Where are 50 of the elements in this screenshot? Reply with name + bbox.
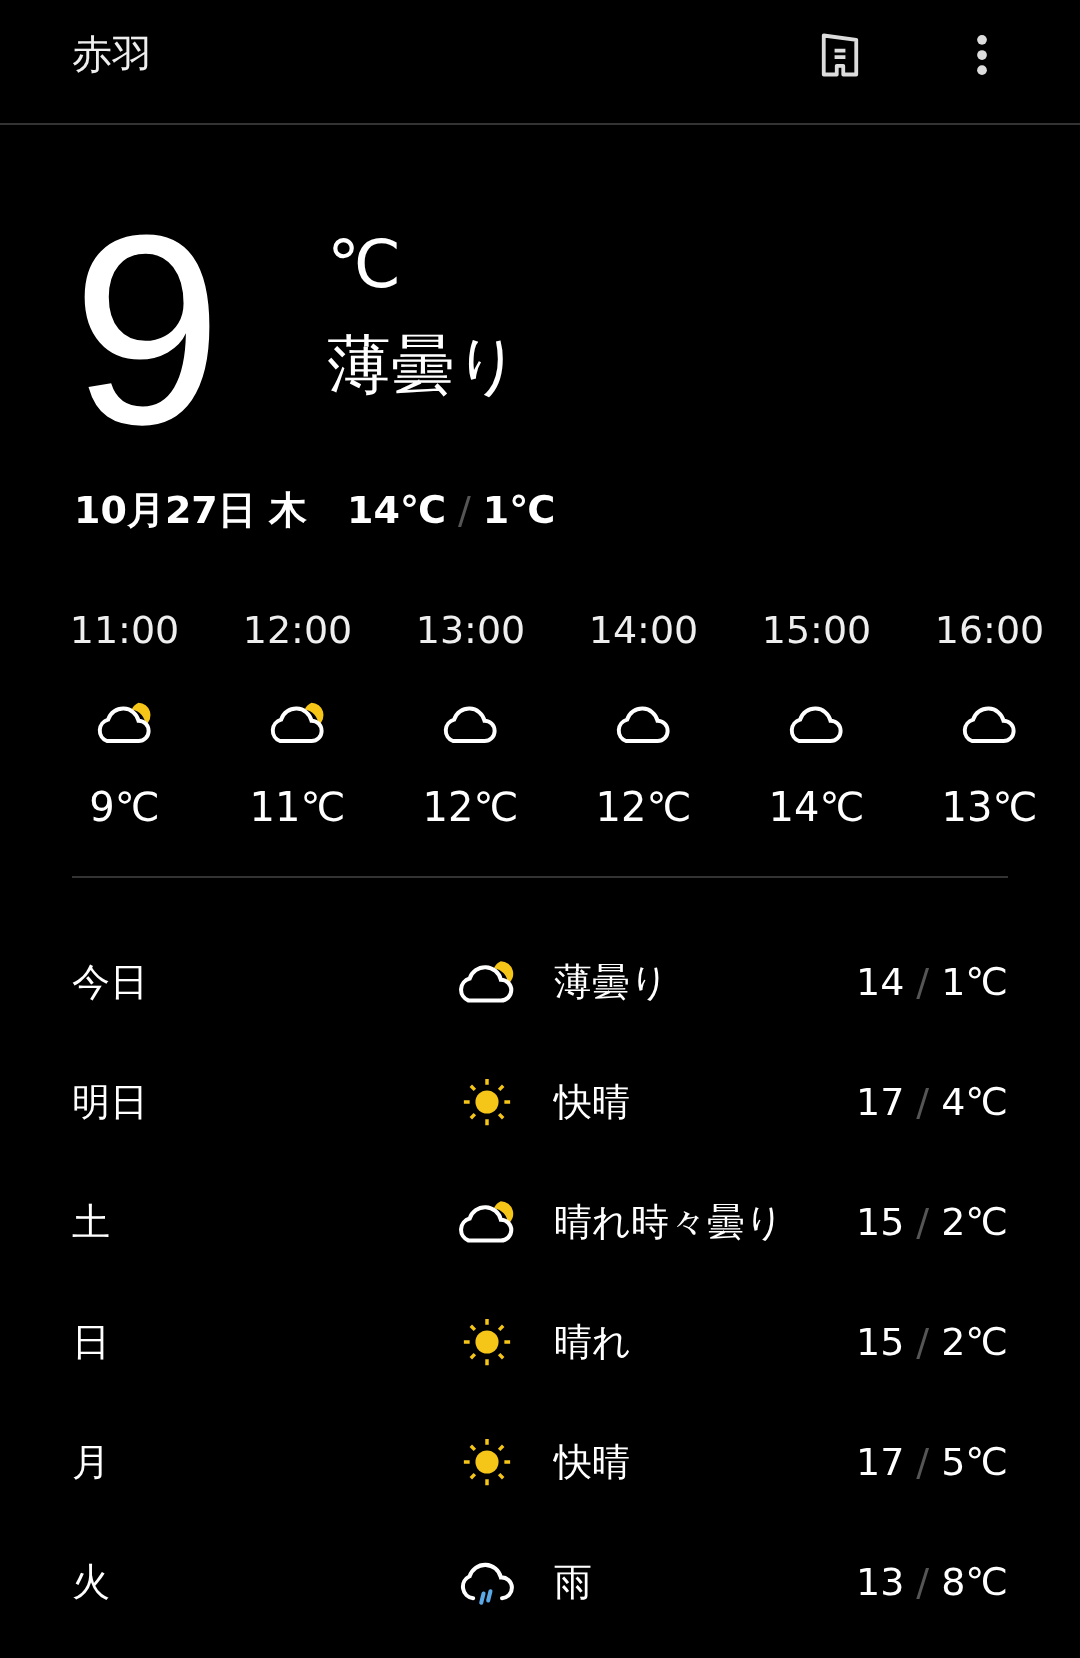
day-label: 火 — [72, 1558, 111, 1606]
high-temperature: 13 — [855, 1560, 905, 1604]
hour-label: 14:00 — [588, 608, 699, 652]
low-temperature: 1℃ — [941, 960, 1008, 1004]
location-title: 赤羽 — [72, 30, 152, 79]
condition-label: 晴れ時々曇り — [554, 1198, 785, 1246]
hour-temperature: 14℃ — [768, 784, 865, 830]
high-temperature: 17 — [855, 1440, 905, 1484]
separator: / — [916, 960, 930, 1004]
low-temperature: 8℃ — [941, 1560, 1008, 1604]
separator: / — [916, 1560, 930, 1604]
separator: / — [916, 1440, 930, 1484]
temperature-unit: ℃ — [327, 225, 403, 305]
high-temperature: 17 — [855, 1080, 905, 1124]
condition-label: 薄曇り — [554, 958, 670, 1006]
hour-temperature: 12℃ — [422, 784, 519, 830]
current-temperature: 9 — [72, 215, 218, 445]
low-temperature: 1℃ — [482, 488, 556, 532]
hour-label: 12:00 — [242, 608, 353, 652]
low-temperature: 4℃ — [941, 1080, 1008, 1124]
hour-temperature: 13℃ — [941, 784, 1038, 830]
hour-label: 15:00 — [761, 608, 872, 652]
hour-temperature: 11℃ — [249, 784, 346, 830]
separator: / — [916, 1200, 930, 1244]
day-label: 土 — [72, 1198, 111, 1246]
hour-label: 16:00 — [934, 608, 1045, 652]
condition-label: 晴れ — [554, 1318, 632, 1366]
hour-label: 11:00 — [69, 608, 180, 652]
hour-temperature: 9℃ — [89, 784, 160, 830]
day-label: 今日 — [72, 958, 149, 1006]
high-temperature: 15 — [855, 1200, 905, 1244]
separator: / — [916, 1320, 930, 1364]
current-condition: 薄曇り — [327, 327, 521, 404]
low-temperature: 2℃ — [941, 1320, 1008, 1364]
day-label: 日 — [72, 1318, 111, 1366]
high-temperature: 14 — [855, 960, 905, 1004]
day-label: 月 — [72, 1438, 111, 1486]
hour-temperature: 12℃ — [595, 784, 692, 830]
low-temperature: 5℃ — [941, 1440, 1008, 1484]
separator: / — [916, 1080, 930, 1124]
high-temperature: 14℃ — [347, 488, 446, 532]
condition-label: 快晴 — [554, 1438, 631, 1486]
high-temperature: 15 — [855, 1320, 905, 1364]
date-label: 10月27日 木 — [74, 487, 307, 534]
hour-label: 13:00 — [415, 608, 526, 652]
low-temperature: 2℃ — [941, 1200, 1008, 1244]
day-label: 明日 — [72, 1078, 149, 1126]
condition-label: 雨 — [554, 1558, 593, 1606]
separator: / — [457, 488, 471, 532]
condition-label: 快晴 — [554, 1078, 631, 1126]
